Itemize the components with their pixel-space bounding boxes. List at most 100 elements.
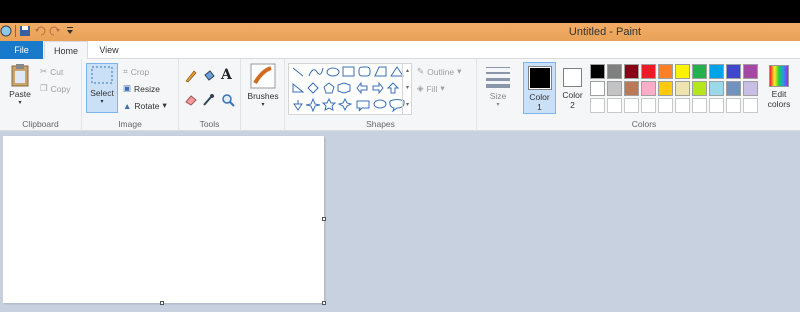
paste-button[interactable]: Paste ▾	[5, 63, 35, 106]
palette-swatch[interactable]	[624, 64, 639, 79]
palette-swatch[interactable]	[641, 98, 656, 113]
color1-swatch	[527, 66, 552, 90]
fill-bucket-icon[interactable]	[202, 69, 216, 85]
crop-button[interactable]: ⌗ Crop	[123, 66, 149, 77]
size-label: Size	[489, 91, 507, 101]
selection-rectangle-icon	[91, 66, 113, 84]
palette-swatch[interactable]	[675, 98, 690, 113]
resize-label: Resize	[134, 83, 161, 94]
palette-swatch[interactable]	[590, 98, 605, 113]
palette-swatch[interactable]	[607, 64, 622, 79]
tab-file[interactable]: File	[0, 41, 43, 59]
palette-swatch[interactable]	[743, 64, 758, 79]
clipboard-group: Paste ▾ ✂ Cut ❐ Copy Clipboard	[0, 59, 82, 131]
outline-label: Outline	[427, 66, 455, 77]
edit-colors-button[interactable]: Edit colors	[762, 63, 796, 109]
edit-colors-label: Edit	[771, 89, 787, 99]
text-tool-icon[interactable]: A	[221, 67, 232, 83]
cut-button[interactable]: ✂ Cut	[40, 66, 63, 77]
tab-home[interactable]: Home	[44, 41, 88, 60]
copy-button[interactable]: ❐ Copy	[40, 83, 70, 94]
palette-swatch[interactable]	[658, 64, 673, 79]
resize-icon: ▣	[123, 83, 132, 93]
color2-number: 2	[570, 100, 575, 110]
fill-button[interactable]: ◈ Fill ▾	[417, 83, 445, 94]
paste-label: Paste	[9, 89, 31, 99]
magnifier-icon[interactable]	[221, 93, 235, 109]
resize-handle-bottom[interactable]	[160, 301, 164, 305]
size-button[interactable]: Size ▾	[482, 65, 514, 108]
palette-swatch[interactable]	[692, 98, 707, 113]
drawing-canvas[interactable]	[3, 136, 324, 303]
size-group: Size ▾	[477, 59, 519, 131]
palette-swatch[interactable]	[743, 81, 758, 96]
fill-icon: ◈	[417, 83, 424, 93]
color-spectrum-icon	[769, 65, 789, 87]
shapes-group: ▴ ▾ ▾ ✎ Outline ▾ ◈ Fill ▾ Shapes	[285, 59, 477, 131]
outline-icon: ✎	[417, 66, 425, 76]
color1-number: 1	[537, 102, 542, 112]
tools-group-label: Tools	[199, 119, 220, 129]
brushes-group: Brushes ▾	[241, 59, 285, 131]
palette-swatch[interactable]	[675, 81, 690, 96]
line-width-icon	[486, 67, 510, 88]
palette-swatch[interactable]	[607, 81, 622, 96]
resize-handle-right[interactable]	[322, 217, 326, 221]
shapes-scroll[interactable]: ▴ ▾ ▾	[402, 63, 412, 115]
chevron-down-icon: ▾	[496, 102, 500, 108]
palette-swatch[interactable]	[675, 64, 690, 79]
color2-label: Color	[562, 90, 583, 100]
resize-button[interactable]: ▣ Resize	[123, 83, 160, 94]
palette-swatch[interactable]	[641, 64, 656, 79]
color2-swatch	[563, 68, 582, 87]
copy-label: Copy	[50, 83, 71, 94]
rotate-label: Rotate	[134, 100, 160, 111]
image-group: Select ▾ ⌗ Crop ▣ Resize ▲ Rotate ▾ Image	[82, 59, 179, 131]
palette-swatch[interactable]	[743, 98, 758, 113]
palette-swatch[interactable]	[692, 81, 707, 96]
rotate-button[interactable]: ▲ Rotate ▾	[123, 100, 167, 111]
palette-swatch[interactable]	[726, 64, 741, 79]
resize-handle-corner[interactable]	[322, 301, 326, 305]
pencil-icon[interactable]	[184, 69, 198, 85]
palette-swatch[interactable]	[641, 81, 656, 96]
color2-button[interactable]: Color 2	[557, 62, 588, 110]
palette-swatch[interactable]	[624, 98, 639, 113]
palette-swatch[interactable]	[726, 81, 741, 96]
shapes-gallery-icons	[292, 66, 405, 113]
chevron-down-icon: ▾	[440, 83, 445, 93]
rotate-icon: ▲	[123, 100, 132, 111]
cut-label: Cut	[50, 66, 64, 77]
palette-swatch[interactable]	[709, 81, 724, 96]
color1-button[interactable]: Color 1	[523, 62, 556, 114]
clipboard-icon	[11, 64, 29, 87]
screen-top-bar	[0, 0, 800, 23]
palette-swatch[interactable]	[607, 98, 622, 113]
color-picker-icon[interactable]	[202, 93, 216, 109]
brush-icon	[250, 63, 276, 89]
outline-button[interactable]: ✎ Outline ▾	[417, 66, 461, 77]
scissors-icon: ✂	[40, 66, 48, 76]
brushes-button[interactable]: Brushes ▾	[245, 63, 281, 108]
fill-label: Fill	[426, 83, 438, 94]
palette-swatch[interactable]	[692, 64, 707, 79]
eraser-icon[interactable]	[184, 93, 198, 109]
palette-swatch[interactable]	[726, 98, 741, 113]
tab-view[interactable]: View	[88, 41, 130, 59]
window-title: Untitled - Paint	[568, 26, 642, 38]
chevron-down-icon: ▾	[162, 100, 167, 110]
select-button[interactable]: Select ▾	[86, 63, 118, 113]
palette-swatch[interactable]	[709, 64, 724, 79]
palette-swatch[interactable]	[590, 81, 605, 96]
shapes-gallery[interactable]	[288, 63, 412, 115]
palette-swatch[interactable]	[658, 81, 673, 96]
shapes-group-label: Shapes	[366, 119, 395, 129]
crop-icon: ⌗	[123, 66, 128, 76]
edit-colors-label-2: colors	[767, 99, 791, 109]
palette-swatch[interactable]	[624, 81, 639, 96]
crop-label: Crop	[130, 66, 150, 77]
palette-swatch[interactable]	[709, 98, 724, 113]
colors-group-label: Colors	[631, 119, 657, 129]
palette-swatch[interactable]	[658, 98, 673, 113]
palette-swatch[interactable]	[590, 64, 605, 79]
